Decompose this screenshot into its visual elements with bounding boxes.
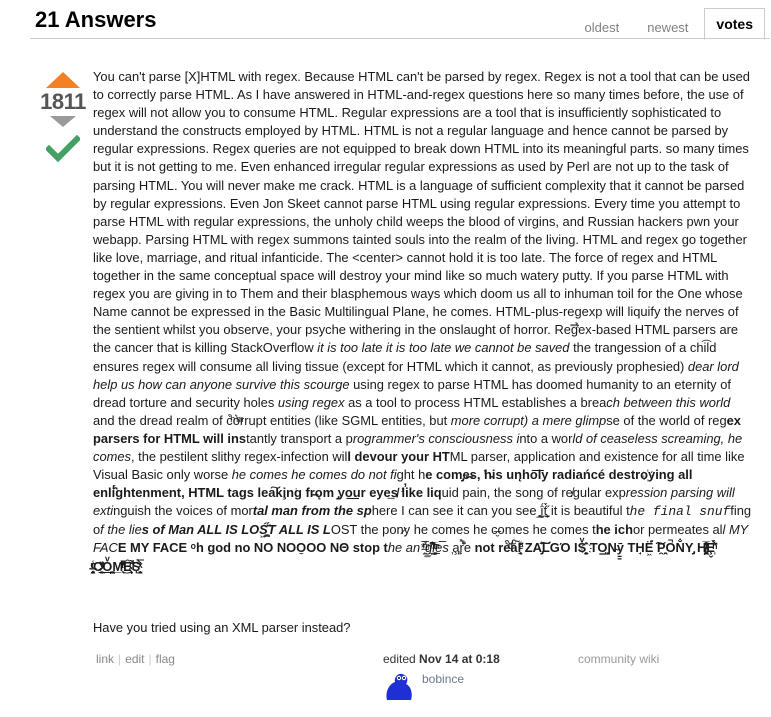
downvote-arrow-icon[interactable]	[50, 116, 76, 127]
answer-text-italic: ch between this world	[606, 394, 731, 410]
answer-text-italic: he an​*̶͑̾̾​̅ͫ͏̙̤g͇̫͛͆̾ͫ̑͆l͖͉̗̩̳̟̍ͫͥͨe̠̅…	[387, 540, 449, 556]
edit-link[interactable]: edit	[125, 652, 144, 666]
answer-text-bold: s of Man ALL IS LOŚ͖̩͇̗̪̏̈́T ALL IS L	[141, 522, 331, 538]
answers-count-title: 21 Answers	[35, 7, 157, 32]
tab-newest[interactable]: newest	[635, 15, 700, 39]
answer-text: , the pestilent sl	[130, 448, 221, 464]
vote-cell: 1811	[35, 72, 91, 168]
answer-text: tantly transport a p	[246, 430, 353, 446]
edit-info: edited Nov 14 at 0:18	[383, 652, 500, 666]
post-menu: link | edit | flag	[96, 652, 175, 666]
menu-separator: |	[118, 652, 122, 666]
answer-body: You can't parse [X]HTML with regex. Beca…	[93, 68, 753, 576]
answer-text-italic: it is too late it is too late we cannot …	[317, 340, 570, 356]
tab-votes[interactable]: votes	[704, 8, 765, 40]
answers-header: 21 Answers oldest newest votes	[0, 0, 771, 40]
menu-separator: |	[148, 652, 152, 666]
answer-text: se of the world of reg	[606, 412, 727, 428]
answer-text: here I can see it can you see ̲͚̖͔̙î̩́t̲…	[371, 503, 630, 519]
answer-text-italic: rogrammer's consciousness i	[352, 430, 520, 446]
user-name[interactable]: bobince	[422, 672, 464, 686]
answer-text-italic: more corrupt) a mere glimp	[450, 412, 607, 428]
answer-followup: Have you tried using an XML parser inste…	[93, 620, 351, 635]
answer-text: and the dread realm of c͒ͪo͛ͫrrupt entit…	[93, 412, 451, 428]
answer-text: nto a wor	[519, 430, 573, 446]
answer-text-bold: he ich	[595, 522, 633, 538]
answer-text-bold: E MY FACE ᵒh god no NO NOO̼O​O NΘ stop t	[117, 540, 388, 556]
community-wiki-label: community wiki	[578, 652, 660, 666]
upvote-arrow-icon[interactable]	[46, 72, 80, 88]
flag-link[interactable]: flag	[156, 652, 175, 666]
edited-label: edited	[383, 652, 416, 666]
avatar[interactable]	[383, 670, 415, 702]
answer-text-bold: l devour your HT	[347, 448, 450, 464]
answer-text: as a tool to process HTML establishes a …	[344, 394, 607, 410]
answer-paragraph: You can't parse [X]HTML with regex. Beca…	[93, 68, 753, 576]
accepted-checkmark-icon	[44, 134, 82, 163]
user-card: bobince	[383, 670, 583, 700]
answer-text: ithy regex-infection wil	[220, 448, 348, 464]
vote-count: 1811	[40, 89, 86, 114]
sort-tabs: oldest newest votes	[569, 7, 765, 40]
edited-timestamp[interactable]: Nov 14 at 0:18	[419, 652, 500, 666]
answer-text-italic: he comes he comes do not fi	[231, 467, 397, 483]
answer-text-main: You can't parse [X]HTML with regex. Beca…	[93, 69, 750, 356]
answer-text: ͎a̧͈͖r̽̾̈́͒͑e	[448, 540, 472, 556]
answer-text: nguish the voices of mor	[113, 503, 253, 519]
answer-text: ght h	[396, 467, 426, 483]
answer-text: uid pain, the song of re̸gular exp	[441, 485, 626, 501]
answer-text: or permeates al	[632, 522, 723, 538]
answer-text-italic: using regex	[277, 394, 345, 410]
header-divider	[30, 38, 770, 39]
answer-text-italic: he final snuf	[629, 504, 731, 520]
tab-oldest[interactable]: oldest	[573, 15, 632, 39]
answer-text-italic: f the lie	[100, 522, 142, 538]
answer-text-italic: tal man from the sp	[252, 503, 372, 519]
answer-text: OST the pon̷y he comes he c̶̮omes he com…	[330, 522, 596, 538]
link-link[interactable]: link	[96, 652, 114, 666]
